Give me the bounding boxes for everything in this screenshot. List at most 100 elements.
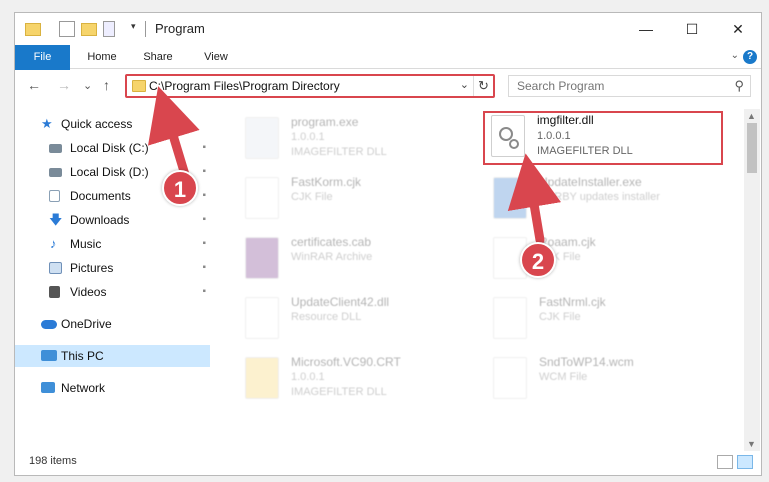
sidebar-item-label: Local Disk (C:) (70, 141, 149, 155)
step-2-badge: 2 (520, 242, 556, 278)
sidebar-item-onedrive[interactable]: OneDrive (15, 313, 210, 335)
list-item[interactable]: UpdateInstaller.exe RARBY updates instal… (483, 173, 723, 227)
minimize-button[interactable]: — (623, 13, 669, 45)
customize-icon[interactable] (103, 21, 115, 37)
tab-home[interactable]: Home (77, 45, 127, 69)
file-name: imgfilter.dll (537, 113, 594, 127)
drive-icon (49, 168, 62, 177)
sidebar-item-network[interactable]: Network (15, 377, 210, 399)
folder-file-icon (245, 357, 279, 399)
pin-icon: ▪ (202, 262, 206, 273)
file-name: Microsoft.VC90.CRT (291, 355, 401, 369)
vertical-scrollbar[interactable]: ▲ ▼ (744, 109, 760, 451)
sidebar-item-quick-access[interactable]: ★ Quick access (15, 113, 210, 135)
pin-icon: ▪ (202, 142, 206, 153)
archive-icon (245, 237, 279, 279)
folder-icon[interactable] (25, 23, 41, 36)
blank-file-icon (493, 357, 527, 399)
maximize-button[interactable]: ☐ (669, 13, 715, 45)
sidebar-item-label: Pictures (70, 261, 114, 275)
explorer-window: ▾ Program — ☐ ✕ File Home Share View ⌄ ?… (14, 12, 762, 476)
videos-icon (49, 286, 60, 298)
properties-icon[interactable] (59, 21, 75, 37)
sidebar-item-label: Downloads (70, 213, 130, 227)
status-bar: 198 items (15, 451, 761, 475)
expand-ribbon-icon[interactable]: ⌄ (731, 50, 739, 61)
back-button[interactable]: ← (27, 77, 41, 93)
blank-file-icon (493, 297, 527, 339)
cloud-icon (41, 320, 57, 329)
sidebar-item-label: This PC (61, 349, 104, 363)
exe-icon (245, 117, 279, 159)
sidebar-item-videos[interactable]: Videos ▪ (15, 281, 210, 303)
drive-icon (49, 144, 62, 153)
refresh-button[interactable]: ↻ (473, 76, 493, 96)
search-icon[interactable]: ⚲ (734, 78, 744, 94)
sidebar-item-pictures[interactable]: Pictures ▪ (15, 257, 210, 279)
address-dropdown-icon[interactable]: ⌄ (460, 78, 469, 91)
recent-locations-button[interactable]: ⌄ (83, 79, 92, 92)
file-type: CJK File (539, 311, 581, 323)
sidebar-item-label: Local Disk (D:) (70, 165, 149, 179)
large-icons-view-button[interactable] (737, 455, 753, 469)
file-type: WinRAR Archive (291, 251, 373, 263)
scroll-up-icon[interactable]: ▲ (747, 111, 756, 121)
list-item[interactable]: FastKorm.cjk CJK File (235, 173, 475, 227)
documents-icon (49, 190, 60, 202)
sidebar-item-music[interactable]: ♪ Music ▪ (15, 233, 210, 255)
tab-view[interactable]: View (191, 45, 241, 69)
new-folder-icon[interactable] (81, 23, 97, 36)
pin-icon: ▪ (202, 214, 206, 225)
sidebar-item-label: Videos (70, 285, 107, 299)
pc-icon (41, 350, 57, 361)
help-icon[interactable]: ? (743, 50, 757, 64)
sidebar-item-this-pc[interactable]: This PC (15, 345, 210, 367)
pin-icon: ▪ (202, 166, 206, 177)
list-item[interactable]: SndToWP14.wcm WCM File (483, 353, 723, 407)
sidebar-item-label: Documents (70, 189, 131, 203)
list-item[interactable]: FastNrml.cjk CJK File (483, 293, 723, 347)
list-item[interactable]: Roaam.cjk CJK File (483, 233, 723, 287)
list-item[interactable]: certificates.cab WinRAR Archive (235, 233, 475, 287)
list-item[interactable]: UpdateClient42.dll Resource DLL (235, 293, 475, 347)
dll-gear-icon (491, 115, 525, 157)
file-type: RARBY updates installer (539, 191, 660, 203)
pin-icon: ▪ (202, 190, 206, 201)
installer-icon (493, 177, 527, 219)
search-input[interactable] (517, 79, 717, 93)
blank-file-icon (245, 177, 279, 219)
search-box[interactable]: ⚲ (508, 75, 751, 97)
tab-share[interactable]: Share (133, 45, 183, 69)
sidebar-item-downloads[interactable]: 🡇 Downloads ▪ (15, 209, 210, 231)
list-item[interactable]: Microsoft.VC90.CRT 1.0.0.1 IMAGEFILTER D… (235, 353, 475, 407)
forward-button[interactable]: → (57, 77, 71, 93)
gear-icon (499, 127, 519, 149)
file-name: UpdateInstaller.exe (539, 175, 642, 189)
file-version: 1.0.0.1 (537, 130, 571, 142)
folder-icon (132, 80, 146, 92)
network-icon (41, 382, 55, 393)
scroll-down-icon[interactable]: ▼ (747, 439, 756, 449)
file-name: FastNrml.cjk (539, 295, 606, 309)
up-button[interactable]: ↑ (103, 77, 110, 93)
title-bar: ▾ Program — ☐ ✕ (15, 13, 761, 45)
step-1-badge: 1 (162, 170, 198, 206)
list-item-imgfilter-dll[interactable]: imgfilter.dll 1.0.0.1 IMAGEFILTER DLL (483, 111, 723, 165)
file-version: 1.0.0.1 (291, 131, 325, 143)
pin-icon: ▪ (202, 286, 206, 297)
file-type: WCM File (539, 371, 588, 383)
list-item[interactable]: program.exe 1.0.0.1 IMAGEFILTER DLL (235, 113, 475, 167)
navigation-pane: ★ Quick access Local Disk (C:) ▪ Local D… (15, 109, 210, 449)
address-path[interactable]: C:\Program Files\Program Directory (149, 79, 340, 93)
file-type: Resource DLL (291, 311, 362, 323)
details-view-button[interactable] (717, 455, 733, 469)
pictures-icon (49, 262, 62, 274)
sidebar-item-local-disk-c[interactable]: Local Disk (C:) ▪ (15, 137, 210, 159)
scroll-thumb[interactable] (747, 123, 757, 173)
address-bar[interactable]: C:\Program Files\Program Directory ⌄ ↻ (125, 74, 495, 98)
file-name: SndToWP14.wcm (539, 355, 634, 369)
sidebar-item-label: Quick access (61, 117, 133, 131)
close-button[interactable]: ✕ (715, 13, 761, 45)
file-name: program.exe (291, 115, 359, 129)
file-name: UpdateClient42.dll (291, 295, 390, 309)
